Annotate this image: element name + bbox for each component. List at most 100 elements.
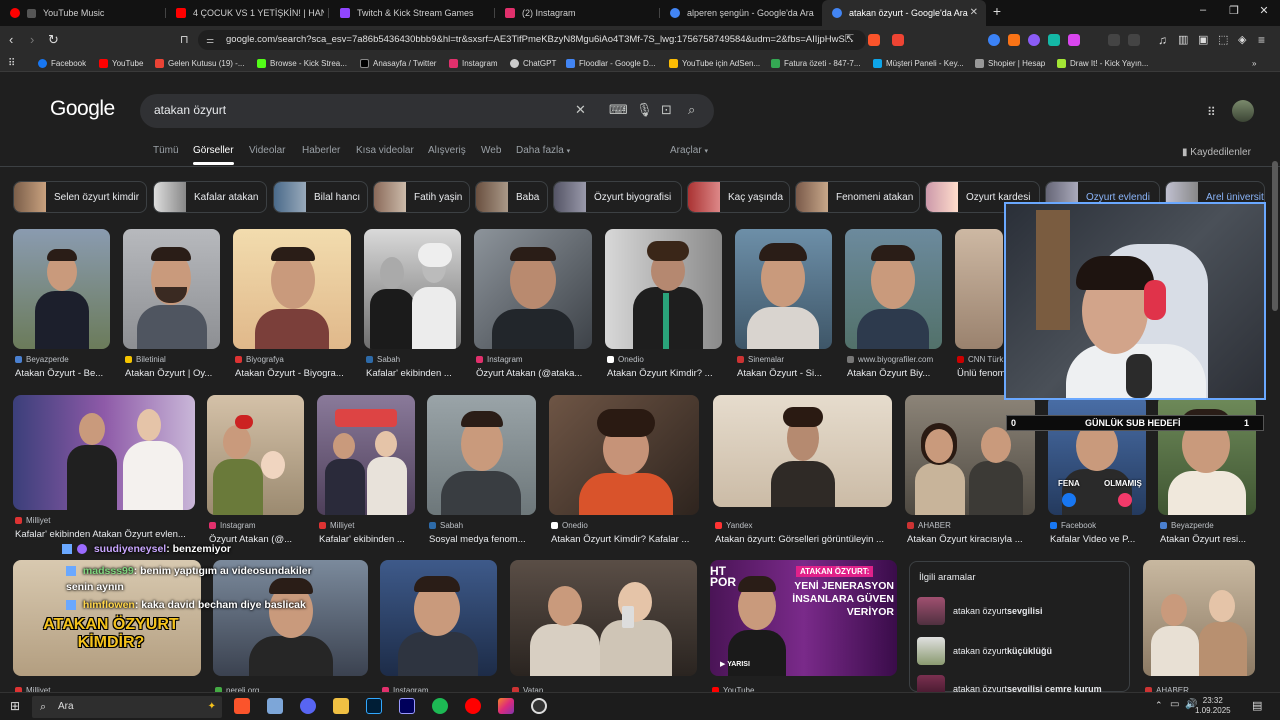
browser-tab-youtube-video[interactable]: 4 ÇOCUK VS 1 YETİŞKİN! | HANGİSİ xyxy=(166,0,324,26)
saved-link[interactable]: ▮ Kaydedilenler xyxy=(1182,147,1251,158)
chip-baba[interactable]: Baba xyxy=(475,181,548,213)
chip-selen[interactable]: Selen özyurt kimdir xyxy=(13,181,147,213)
tab-news[interactable]: Haberler xyxy=(302,145,340,156)
network-app-icon[interactable] xyxy=(267,698,283,714)
result-title[interactable]: Özyurt Atakan (@ataka... xyxy=(476,368,594,379)
share-icon[interactable]: ⇱ xyxy=(845,32,857,45)
related-item[interactable]: atakan özyurt sevgilisi cemre kurum xyxy=(917,674,1102,692)
lens-icon[interactable]: ⊡ xyxy=(661,102,672,118)
result-image[interactable] xyxy=(1158,395,1256,515)
extension-puzzle-icon[interactable] xyxy=(1108,34,1120,46)
extension-7tv-icon[interactable] xyxy=(1048,34,1060,46)
tab-images[interactable]: Görseller xyxy=(193,145,234,165)
chip-kafalar[interactable]: Kafalar atakan xyxy=(153,181,267,213)
address-bar[interactable]: ⚌ google.com/search?sca_esv=7a86b5436430… xyxy=(198,30,866,50)
tab-more[interactable]: Daha fazla ▾ xyxy=(516,145,570,156)
browser-tab-youtube-music[interactable]: YouTube Music xyxy=(0,0,160,26)
result-title[interactable]: Atakan Özyurt resi... xyxy=(1160,534,1258,545)
result-title[interactable]: Atakan Özyurt kiracısıyla ... xyxy=(907,534,1037,545)
mic-icon[interactable]: 🎙 xyxy=(636,102,653,118)
result-title[interactable]: Kafalar' ekibinden Atakan Özyurt evlen..… xyxy=(15,529,197,540)
chip-fenomeni[interactable]: Fenomeni atakan xyxy=(795,181,920,213)
bookmark-google-docs[interactable]: Floodlar - Google D... xyxy=(566,54,655,72)
result-image[interactable] xyxy=(905,395,1035,515)
close-window-button[interactable]: ✕ xyxy=(1254,4,1274,17)
tab-all[interactable]: Tümü xyxy=(153,145,179,156)
result-image[interactable] xyxy=(317,395,415,515)
result-image[interactable] xyxy=(233,229,351,349)
menu-icon[interactable]: ≡ xyxy=(1258,32,1265,48)
bookmark-instagram[interactable]: Instagram xyxy=(449,54,498,72)
result-image[interactable] xyxy=(427,395,536,515)
extension-fox-icon[interactable] xyxy=(1008,34,1020,46)
bookmark-icon[interactable]: ⊓ xyxy=(180,32,189,48)
result-image[interactable] xyxy=(13,229,110,349)
tab-videos[interactable]: Videolar xyxy=(249,145,286,156)
more-bookmarks-icon[interactable]: » xyxy=(1252,54,1256,72)
premiere-icon[interactable] xyxy=(399,698,415,714)
browser-tab-google-alperen[interactable]: alperen şengün - Google'da Ara xyxy=(660,0,820,26)
result-title[interactable]: Atakan Özyurt - Biyogra... xyxy=(235,368,355,379)
obs-icon[interactable] xyxy=(531,698,547,714)
bookmark-fatura[interactable]: Fatura özeti - 847-7... xyxy=(771,54,860,72)
tab-shopping[interactable]: Alışveriş xyxy=(428,145,466,156)
extension-translate-icon[interactable] xyxy=(988,34,1000,46)
bookmark-kick[interactable]: Browse - Kick Strea... xyxy=(257,54,347,72)
related-item[interactable]: atakan özyurt küçüklüğü xyxy=(917,636,1052,666)
sidebar-icon[interactable]: ▥ xyxy=(1178,32,1188,48)
result-title[interactable]: Sosyal medya fenom... xyxy=(429,534,538,545)
result-image[interactable] xyxy=(123,229,220,349)
browser-tab-twitch[interactable]: Twitch & Kick Stream Games xyxy=(330,0,490,26)
result-image[interactable] xyxy=(380,560,497,676)
taskbar-search[interactable]: ⌕ Ara ✦ xyxy=(32,696,222,718)
bookmark-musteri[interactable]: Müşteri Paneli - Key... xyxy=(873,54,964,72)
tab-short-videos[interactable]: Kısa videolar xyxy=(356,145,414,156)
spotify-icon[interactable] xyxy=(432,698,448,714)
windows-start-icon[interactable]: ⊞ xyxy=(10,699,20,713)
media-icon[interactable]: ♫ xyxy=(1158,32,1167,48)
chip-kac-yasinda[interactable]: Kaç yaşında xyxy=(687,181,790,213)
bookmark-youtube[interactable]: YouTube xyxy=(99,54,143,72)
new-tab-button[interactable]: + xyxy=(987,3,1007,19)
tab-web[interactable]: Web xyxy=(481,145,501,156)
forward-icon[interactable]: › xyxy=(30,32,34,48)
extension-ffz-icon[interactable] xyxy=(1068,34,1080,46)
notification-icon[interactable]: ▤ xyxy=(1252,699,1262,712)
result-title[interactable]: Atakan Özyurt | Oy... xyxy=(125,368,225,379)
result-image[interactable] xyxy=(735,229,832,349)
result-image[interactable] xyxy=(510,560,697,676)
browser-tab-instagram[interactable]: (2) Instagram xyxy=(495,0,655,26)
bookmark-twitter[interactable]: Anasayfa / Twitter xyxy=(360,54,436,72)
result-image[interactable] xyxy=(955,229,1003,349)
result-image[interactable] xyxy=(605,229,722,349)
extensions-icon[interactable]: ⬚ xyxy=(1218,32,1228,48)
discord-icon[interactable] xyxy=(300,698,316,714)
bookmark-facebook[interactable]: Facebook xyxy=(38,54,86,72)
photoshop-icon[interactable] xyxy=(366,698,382,714)
brave-rewards-icon[interactable] xyxy=(892,34,904,46)
result-image[interactable] xyxy=(1143,560,1255,676)
tools-button[interactable]: Araçlar ▾ xyxy=(670,145,708,156)
result-image[interactable] xyxy=(207,395,304,515)
chip-fatih[interactable]: Fatih yaşin xyxy=(373,181,470,213)
site-settings-icon[interactable]: ⚌ xyxy=(206,30,214,50)
result-title[interactable]: Atakan Özyurt - Be... xyxy=(15,368,115,379)
bookmark-gmail[interactable]: Gelen Kutusu (19) -... xyxy=(155,54,244,72)
extension-twitch-icon[interactable] xyxy=(1028,34,1040,46)
result-image[interactable] xyxy=(549,395,699,515)
result-image[interactable] xyxy=(713,395,892,507)
bookmark-chatgpt[interactable]: ChatGPT xyxy=(510,54,556,72)
bookmark-shopier[interactable]: Shopier | Hesap xyxy=(975,54,1045,72)
close-tab-icon[interactable]: ✕ xyxy=(970,7,978,18)
bookmark-drawit[interactable]: Draw It! - Kick Yayın... xyxy=(1057,54,1148,72)
result-image[interactable]: FENA OLMAMIŞ xyxy=(1048,395,1146,515)
result-title[interactable]: Kafalar' ekibinden ... xyxy=(366,368,463,379)
google-apps-icon[interactable]: ⠿ xyxy=(1207,105,1216,119)
chip-biyografi[interactable]: Özyurt biyografisi xyxy=(553,181,682,213)
scrollbar[interactable] xyxy=(1272,161,1278,311)
tray-chevron-icon[interactable]: ⌃ xyxy=(1155,700,1163,711)
result-title[interactable]: Atakan Özyurt Biy... xyxy=(847,368,944,379)
result-title[interactable]: Atakan Özyurt - Si... xyxy=(737,368,834,379)
network-icon[interactable]: ▭ xyxy=(1170,699,1179,710)
search-box[interactable]: atakan özyurt ✕ ⌨ 🎙 ⊡ ⌕ xyxy=(140,94,714,128)
